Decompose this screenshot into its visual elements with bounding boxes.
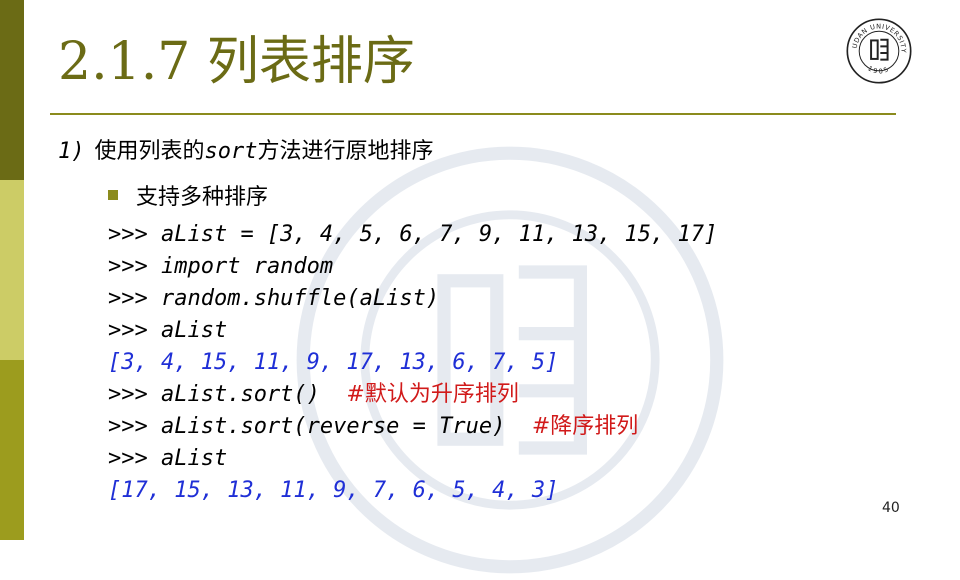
code-line: [3, 4, 15, 11, 9, 17, 13, 6, 7, 5]: [108, 347, 717, 379]
side-strip-middle: [0, 180, 24, 360]
side-strip-top: [0, 0, 24, 180]
svg-text:1905: 1905: [866, 64, 891, 75]
point-text-pre: 使用列表的: [94, 139, 205, 164]
code-output: [3, 4, 15, 11, 9, 17, 13, 6, 7, 5]: [108, 350, 559, 375]
point-keyword: sort: [204, 139, 258, 164]
code-output: [17, 15, 13, 11, 9, 7, 6, 5, 4, 3]: [108, 478, 559, 503]
sub-bullet: 支持多种排序: [108, 179, 268, 211]
title-divider: [50, 113, 896, 115]
code-command: >>> aList.sort(): [108, 382, 347, 407]
code-line: >>> random.shuffle(aList): [108, 283, 717, 315]
code-line: >>> aList: [108, 315, 717, 347]
page-number: 40: [882, 500, 900, 516]
side-strip-bottom: [0, 360, 24, 540]
code-comment: #降序排列: [531, 414, 639, 439]
point-text-post: 方法进行原地排序: [257, 139, 434, 164]
code-line: [17, 15, 13, 11, 9, 7, 6, 5, 4, 3]: [108, 475, 717, 507]
code-line: >>> aList = [3, 4, 5, 6, 7, 9, 11, 13, 1…: [108, 219, 717, 251]
logo-year: 1905: [866, 64, 889, 75]
code-command: >>> import random: [108, 254, 334, 279]
code-line: >>> aList: [108, 443, 717, 475]
code-command: >>> aList: [108, 446, 228, 471]
slide-title: 2.1.7 列表排序: [58, 32, 415, 92]
code-line: >>> aList.sort(reverse = True) #降序排列: [108, 411, 717, 443]
code-line: >>> aList.sort() #默认为升序排列: [108, 379, 717, 411]
bullet-square-icon: [108, 190, 118, 200]
point-1: 1) 使用列表的sort方法进行原地排序: [58, 133, 434, 165]
code-command: >>> aList.sort(reverse = True): [108, 414, 532, 439]
sub-bullet-text: 支持多种排序: [136, 185, 269, 210]
code-command: >>> aList: [108, 318, 228, 343]
code-block: >>> aList = [3, 4, 5, 6, 7, 9, 11, 13, 1…: [108, 219, 717, 507]
code-command: >>> aList = [3, 4, 5, 6, 7, 9, 11, 13, 1…: [108, 222, 718, 247]
fudan-university-logo: FUDAN UNIVERSITY 1905: [846, 18, 912, 84]
code-command: >>> random.shuffle(aList): [108, 286, 440, 311]
code-comment: #默认为升序排列: [346, 382, 519, 407]
point-number: 1): [58, 139, 85, 164]
code-line: >>> import random: [108, 251, 717, 283]
